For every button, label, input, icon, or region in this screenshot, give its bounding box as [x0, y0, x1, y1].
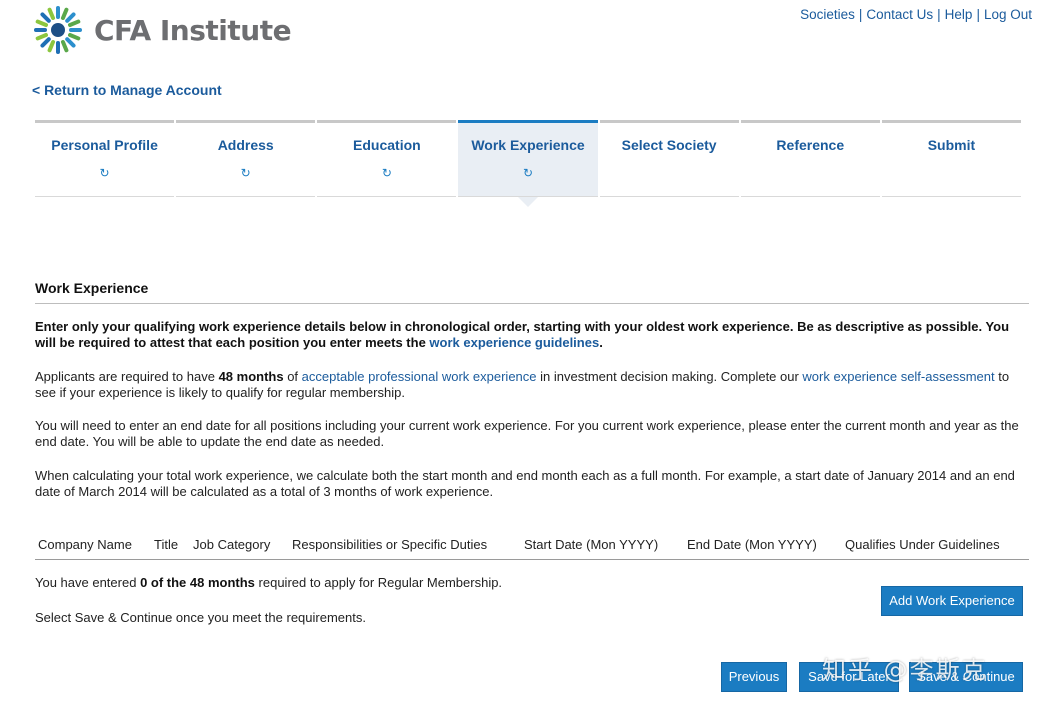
column-header: Title: [154, 537, 179, 552]
calculation-paragraph: When calculating your total work experie…: [35, 468, 1015, 499]
tab-education[interactable]: Education ↻: [317, 120, 457, 197]
step-label: Address: [217, 137, 274, 153]
work-experience-guidelines-link[interactable]: work experience guidelines: [429, 335, 599, 350]
tab-submit[interactable]: Submit: [881, 120, 1021, 197]
top-links: Societies | Contact Us | Help | Log Out: [800, 7, 1032, 22]
tab-work-experience[interactable]: Work Experience ↻: [458, 120, 598, 207]
refresh-icon: ↻: [240, 166, 251, 180]
contact-us-link[interactable]: Contact Us: [866, 7, 933, 22]
intro-paragraph: Enter only your qualifying work experien…: [35, 319, 1010, 350]
column-header: Responsibilities or Specific Duties: [292, 537, 488, 552]
progress-steps: Personal Profile ↻ Address ↻ Education ↻…: [35, 120, 1021, 207]
column-header: Qualifies Under Guidelines: [845, 537, 1000, 552]
table-divider: [35, 559, 1029, 560]
end-date-paragraph: You will need to enter an end date for a…: [35, 418, 1019, 449]
cfa-emblem-icon: [34, 6, 82, 54]
months-entered: 0 of the 48 months: [140, 575, 255, 590]
step-label: Education: [353, 137, 421, 153]
help-link[interactable]: Help: [945, 7, 973, 22]
column-header: Job Category: [193, 537, 271, 552]
brand-name: CFA Institute: [94, 13, 292, 47]
requirements-paragraph: Applicants are required to have 48 month…: [35, 369, 1010, 400]
save-instruction: Select Save & Continue once you meet the…: [35, 610, 366, 625]
column-header: End Date (Mon YYYY): [687, 537, 817, 552]
step-label: Select Society: [621, 137, 717, 153]
tab-select-society[interactable]: Select Society: [599, 120, 739, 197]
required-months: 48 months: [218, 369, 284, 384]
months-status: You have entered 0 of the 48 months requ…: [35, 575, 503, 590]
tab-address[interactable]: Address ↻: [176, 120, 316, 197]
work-experience-table-header: Company Name Title Job Category Responsi…: [35, 537, 1029, 559]
step-label: Submit: [927, 137, 976, 153]
tab-reference[interactable]: Reference: [740, 120, 880, 197]
acceptable-experience-link[interactable]: acceptable professional work experience: [302, 369, 537, 384]
step-label: Work Experience: [471, 137, 585, 153]
divider: [35, 303, 1029, 304]
column-header: Start Date (Mon YYYY): [524, 537, 659, 552]
add-work-experience-button[interactable]: Add Work Experience: [881, 586, 1023, 616]
tab-personal-profile[interactable]: Personal Profile ↻: [35, 120, 175, 197]
refresh-icon: ↻: [522, 166, 534, 180]
societies-link[interactable]: Societies: [800, 7, 855, 22]
refresh-icon: ↻: [99, 166, 110, 180]
step-label: Reference: [776, 137, 845, 153]
column-header: Company Name: [38, 537, 132, 552]
refresh-icon: ↻: [381, 166, 392, 180]
watermark: 知乎 @李斯克: [822, 656, 988, 684]
return-to-manage-account-link[interactable]: < Return to Manage Account: [32, 82, 222, 98]
cfa-logo[interactable]: CFA Institute: [32, 4, 292, 56]
step-label: Personal Profile: [51, 137, 158, 153]
section-title: Work Experience: [35, 280, 149, 296]
previous-button[interactable]: Previous: [721, 662, 787, 692]
self-assessment-link[interactable]: work experience self-assessment: [802, 369, 994, 384]
log-out-link[interactable]: Log Out: [984, 7, 1032, 22]
